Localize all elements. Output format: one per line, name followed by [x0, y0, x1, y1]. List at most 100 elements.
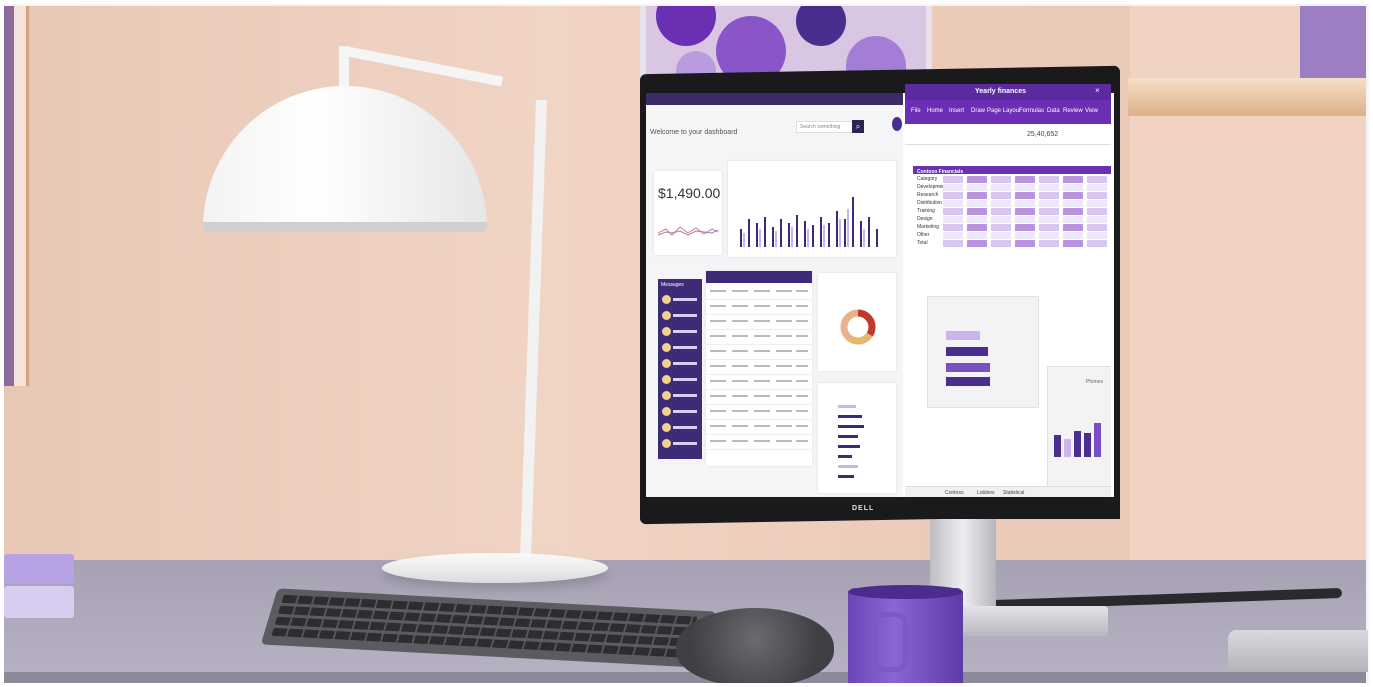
grid-cell[interactable] — [1063, 176, 1083, 183]
grid-cell[interactable] — [991, 232, 1011, 239]
grid-cell[interactable] — [943, 232, 963, 239]
grid-cell[interactable] — [967, 208, 987, 215]
grid-cell[interactable] — [943, 200, 963, 207]
grid-cell[interactable] — [967, 240, 987, 247]
grid-cell[interactable] — [991, 184, 1011, 191]
grid-cell[interactable] — [1087, 192, 1107, 199]
grid-cell[interactable] — [1015, 224, 1035, 231]
grid-cell[interactable] — [1087, 240, 1107, 247]
grid-cell[interactable] — [1063, 240, 1083, 247]
avatar[interactable] — [662, 311, 671, 320]
grid-cell[interactable] — [1087, 200, 1107, 207]
grid-cell[interactable] — [1015, 176, 1035, 183]
table-row[interactable] — [706, 435, 812, 450]
grid-cell[interactable] — [1063, 192, 1083, 199]
table-row[interactable]: Development — [913, 184, 1111, 191]
grid-cell[interactable] — [1015, 192, 1035, 199]
grid-cell[interactable] — [943, 216, 963, 223]
list-item[interactable] — [673, 314, 697, 317]
table-row[interactable] — [706, 330, 812, 345]
grid-cell[interactable] — [991, 192, 1011, 199]
grid-cell[interactable] — [1039, 208, 1059, 215]
grid-cell[interactable] — [1015, 208, 1035, 215]
grid-cell[interactable] — [1087, 184, 1107, 191]
grid-cell[interactable] — [1063, 208, 1083, 215]
avatar[interactable] — [662, 343, 671, 352]
table-row[interactable] — [706, 315, 812, 330]
close-icon[interactable]: × — [1095, 86, 1100, 95]
grid-cell[interactable] — [943, 184, 963, 191]
grid-cell[interactable] — [991, 216, 1011, 223]
grid-cell[interactable] — [991, 200, 1011, 207]
cell-value[interactable]: 25,40,652 — [1027, 131, 1058, 138]
grid-cell[interactable] — [1039, 216, 1059, 223]
search-icon[interactable]: ⌕ — [852, 120, 864, 133]
grid-cell[interactable] — [943, 208, 963, 215]
grid-cell[interactable] — [1039, 232, 1059, 239]
avatar[interactable] — [892, 117, 902, 131]
table-row[interactable] — [706, 345, 812, 360]
grid-cell[interactable] — [1087, 176, 1107, 183]
grid-cell[interactable] — [991, 240, 1011, 247]
grid-cell[interactable] — [991, 208, 1011, 215]
grid-cell[interactable] — [1039, 224, 1059, 231]
list-item[interactable] — [673, 362, 697, 365]
menu-file[interactable]: File — [911, 108, 921, 114]
grid-cell[interactable] — [1063, 216, 1083, 223]
grid-cell[interactable] — [991, 224, 1011, 231]
avatar[interactable] — [662, 423, 671, 432]
grid-cell[interactable] — [1015, 200, 1035, 207]
tab-lobbies[interactable]: Lobbies — [977, 490, 995, 496]
avatar[interactable] — [662, 407, 671, 416]
grid-cell[interactable] — [1039, 184, 1059, 191]
table-row[interactable] — [706, 405, 812, 420]
table-row[interactable]: Total — [913, 240, 1111, 247]
grid-cell[interactable] — [967, 184, 987, 191]
grid-cell[interactable] — [1015, 240, 1035, 247]
list-item[interactable] — [673, 426, 697, 429]
menu-draw[interactable]: Draw — [971, 108, 985, 114]
grid-cell[interactable] — [1039, 176, 1059, 183]
formula-bar[interactable]: 25,40,652 — [905, 128, 1111, 145]
menu-page-layout[interactable]: Page Layout — [987, 108, 1021, 114]
grid-cell[interactable] — [943, 240, 963, 247]
avatar[interactable] — [662, 359, 671, 368]
list-item[interactable] — [673, 298, 697, 301]
menu-data[interactable]: Data — [1047, 108, 1060, 114]
grid-cell[interactable] — [1015, 232, 1035, 239]
grid-cell[interactable] — [1015, 184, 1035, 191]
grid-cell[interactable] — [943, 192, 963, 199]
grid-cell[interactable] — [943, 224, 963, 231]
tab-statistical[interactable]: Statistical — [1003, 490, 1024, 496]
list-item[interactable] — [673, 378, 697, 381]
table-row[interactable]: Marketing — [913, 224, 1111, 231]
search-input[interactable]: Search something — [796, 121, 856, 133]
avatar[interactable] — [662, 327, 671, 336]
table-row[interactable]: Research — [913, 192, 1111, 199]
grid-cell[interactable] — [1039, 200, 1059, 207]
list-item[interactable] — [673, 394, 697, 397]
menu-review[interactable]: Review — [1063, 108, 1083, 114]
grid-cell[interactable] — [1087, 232, 1107, 239]
table-row[interactable]: Other — [913, 232, 1111, 239]
grid-cell[interactable] — [967, 200, 987, 207]
tab-contoso[interactable]: Contoso — [945, 490, 964, 496]
grid-cell[interactable] — [1063, 224, 1083, 231]
grid-cell[interactable] — [1063, 200, 1083, 207]
list-item[interactable] — [673, 346, 697, 349]
grid-cell[interactable] — [1063, 184, 1083, 191]
menu-view[interactable]: View — [1085, 108, 1098, 114]
avatar[interactable] — [662, 375, 671, 384]
menu-insert[interactable]: Insert — [949, 108, 964, 114]
grid-cell[interactable] — [1039, 240, 1059, 247]
avatar[interactable] — [662, 391, 671, 400]
grid-cell[interactable] — [1087, 224, 1107, 231]
table-row[interactable] — [706, 390, 812, 405]
grid-cell[interactable] — [1015, 216, 1035, 223]
grid-cell[interactable] — [967, 192, 987, 199]
list-item[interactable] — [673, 410, 697, 413]
grid-cell[interactable] — [1087, 216, 1107, 223]
menu-formulas[interactable]: Formulas — [1019, 108, 1044, 114]
grid-cell[interactable] — [991, 176, 1011, 183]
grid-cell[interactable] — [943, 176, 963, 183]
